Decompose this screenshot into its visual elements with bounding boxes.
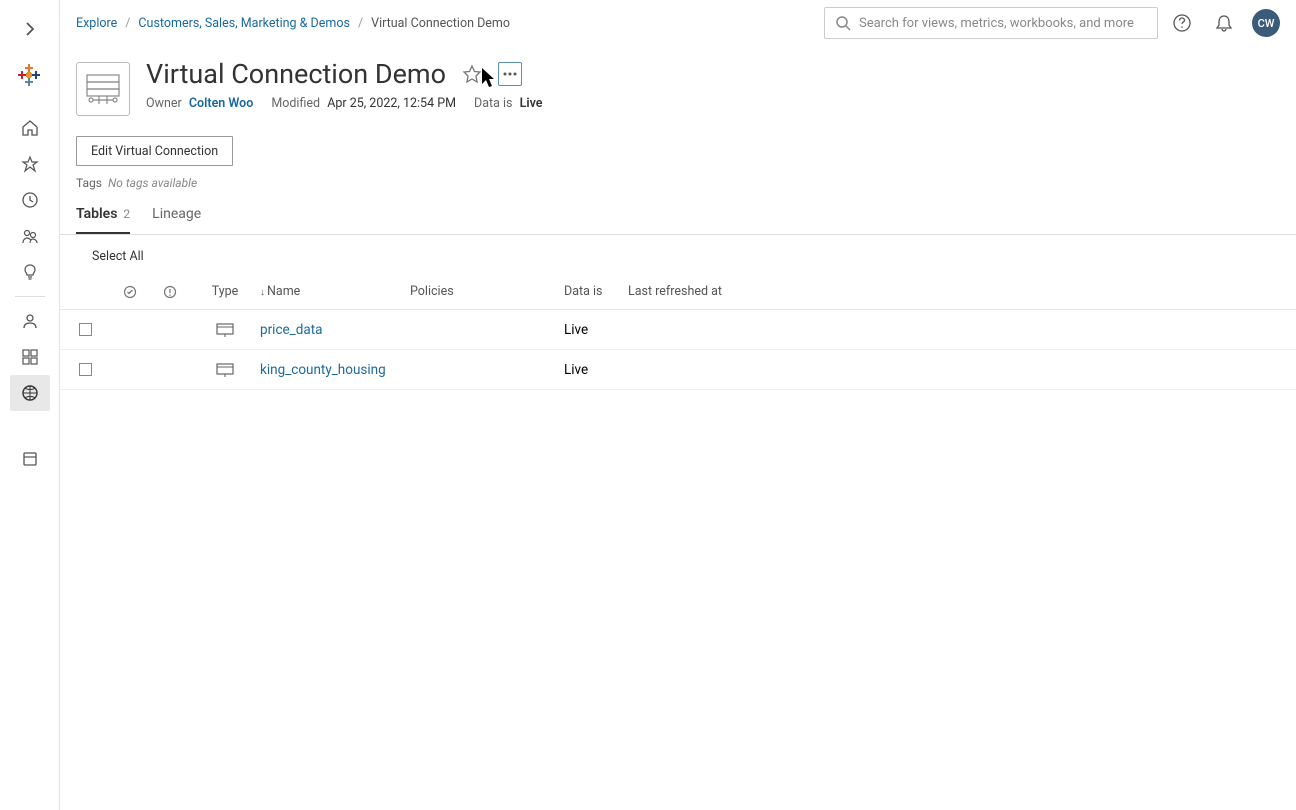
notifications-button[interactable] <box>1206 5 1242 41</box>
user-avatar[interactable]: CW <box>1252 9 1280 37</box>
row-datais: Live <box>564 362 628 378</box>
table-name-link[interactable]: price_data <box>260 322 322 338</box>
search-icon <box>835 15 851 31</box>
table-icon <box>216 362 234 378</box>
tab-lineage[interactable]: Lineage <box>152 206 201 234</box>
more-horizontal-icon <box>501 65 519 83</box>
sidebar-item-home[interactable] <box>10 110 50 146</box>
sidebar-item-favorites[interactable] <box>10 146 50 182</box>
tab-tables[interactable]: Tables 2 <box>76 206 130 234</box>
chevron-right-icon <box>25 21 35 37</box>
tabs: Tables 2 Lineage <box>60 196 1296 235</box>
breadcrumb-separator: / <box>125 16 130 31</box>
sidebar-item-external-assets[interactable] <box>10 441 50 477</box>
sidebar-item-explore[interactable] <box>10 375 50 411</box>
sidebar-item-collections[interactable] <box>10 339 50 375</box>
table-name-link[interactable]: king_county_housing <box>260 362 386 378</box>
column-certified[interactable] <box>110 285 150 299</box>
star-outline-icon <box>462 64 482 84</box>
table-icon <box>216 322 234 338</box>
breadcrumb-current: Virtual Connection Demo <box>371 16 510 31</box>
shared-icon <box>21 227 39 245</box>
owner-link[interactable]: Colten Woo <box>189 96 253 111</box>
tables-grid: Type ↓Name Policies Data is Last refresh… <box>60 274 1296 390</box>
sidebar-divider <box>15 296 45 297</box>
table-header: Type ↓Name Policies Data is Last refresh… <box>60 274 1296 310</box>
page-title: Virtual Connection Demo <box>146 58 446 90</box>
warning-icon <box>163 285 177 299</box>
select-all-button[interactable]: Select All <box>76 249 144 264</box>
favorite-toggle[interactable] <box>460 62 484 86</box>
sidebar-item-personal[interactable] <box>10 303 50 339</box>
top-bar: Explore / Customers, Sales, Marketing & … <box>60 0 1296 46</box>
lightbulb-icon <box>21 263 39 281</box>
main-content: Explore / Customers, Sales, Marketing & … <box>60 0 1296 810</box>
breadcrumb-root[interactable]: Explore <box>76 16 117 31</box>
row-datais: Live <box>564 322 628 338</box>
explore-icon <box>21 384 39 402</box>
column-datais[interactable]: Data is <box>564 284 628 299</box>
column-name[interactable]: ↓Name <box>260 284 410 299</box>
row-checkbox[interactable] <box>79 363 92 376</box>
tags-label: Tags <box>76 176 102 190</box>
search-input[interactable] <box>859 16 1147 31</box>
column-refreshed[interactable]: Last refreshed at <box>628 284 788 299</box>
help-icon <box>1172 13 1192 33</box>
clock-icon <box>21 191 39 209</box>
search-box[interactable] <box>824 7 1158 39</box>
column-warning[interactable] <box>150 285 190 299</box>
table-row: king_county_housing Live <box>60 350 1296 390</box>
datais-value: Live <box>520 96 543 111</box>
row-type-icon <box>190 362 260 378</box>
table-toolbar: Select All <box>60 235 1296 274</box>
tags-empty: No tags available <box>108 176 197 190</box>
modified-label: Modified <box>271 96 320 111</box>
left-sidebar <box>0 0 60 810</box>
star-icon <box>21 155 39 173</box>
sidebar-item-recents[interactable] <box>10 182 50 218</box>
row-type-icon <box>190 322 260 338</box>
breadcrumb-separator: / <box>358 16 363 31</box>
user-icon <box>21 312 39 330</box>
datais-label: Data is <box>474 96 512 111</box>
breadcrumb: Explore / Customers, Sales, Marketing & … <box>76 16 510 31</box>
tab-tables-label: Tables <box>76 206 117 222</box>
tab-tables-count: 2 <box>123 207 130 221</box>
sidebar-item-recommendations[interactable] <box>10 254 50 290</box>
page-header: Virtual Connection Demo Owner Colten Woo… <box>60 46 1296 120</box>
tags-row: Tags No tags available <box>60 170 1296 196</box>
collections-icon <box>21 348 39 366</box>
virtual-connection-icon <box>76 62 130 116</box>
external-assets-icon <box>21 450 39 468</box>
owner-label: Owner <box>146 96 182 111</box>
more-actions-button[interactable] <box>498 62 522 86</box>
column-policies[interactable]: Policies <box>410 284 564 299</box>
home-icon <box>21 119 39 137</box>
actions-row: Edit Virtual Connection <box>60 120 1296 170</box>
certified-icon <box>123 285 137 299</box>
edit-virtual-connection-button[interactable]: Edit Virtual Connection <box>76 136 233 166</box>
database-stack-icon <box>81 67 125 111</box>
sort-down-icon: ↓ <box>260 287 265 298</box>
row-checkbox[interactable] <box>79 323 92 336</box>
column-type[interactable]: Type <box>190 284 260 299</box>
bell-icon <box>1214 13 1234 33</box>
tab-lineage-label: Lineage <box>152 206 201 222</box>
breadcrumb-parent[interactable]: Customers, Sales, Marketing & Demos <box>138 16 350 31</box>
table-row: price_data Live <box>60 310 1296 350</box>
tableau-logo[interactable] <box>16 62 44 90</box>
sidebar-item-shared[interactable] <box>10 218 50 254</box>
sidebar-expand-button[interactable] <box>15 14 45 44</box>
tableau-logo-icon <box>16 62 42 88</box>
help-button[interactable] <box>1164 5 1200 41</box>
modified-value: Apr 25, 2022, 12:54 PM <box>327 96 456 111</box>
